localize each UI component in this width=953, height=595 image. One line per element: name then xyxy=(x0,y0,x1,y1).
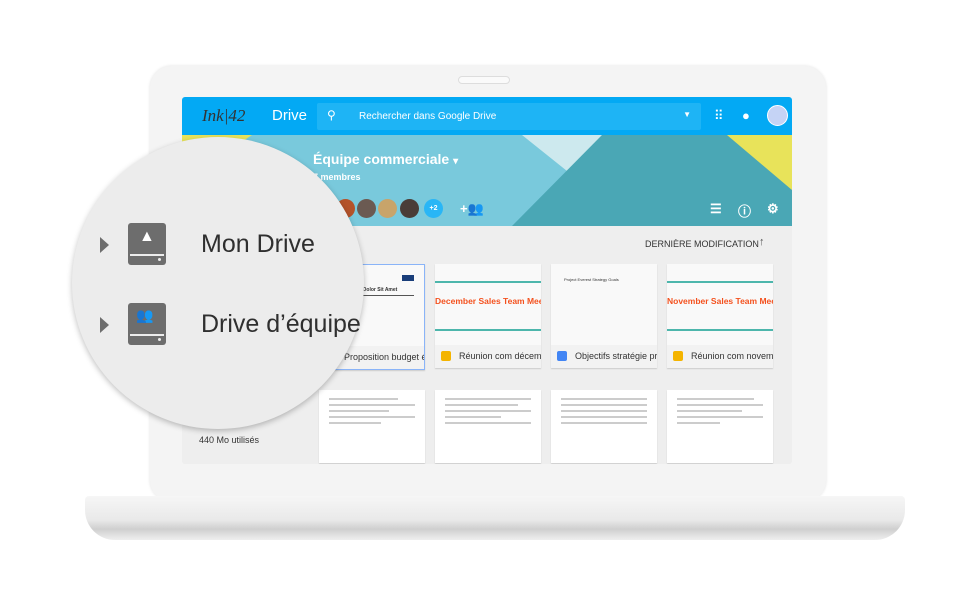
nav-label: Drive d’équipe xyxy=(201,310,361,338)
laptop-camera xyxy=(458,76,510,84)
expand-arrow-icon[interactable] xyxy=(100,317,109,333)
slides-icon xyxy=(673,351,683,361)
file-card[interactable] xyxy=(435,390,541,463)
nav-item-team-drive[interactable]: 👥 Drive d’équipe xyxy=(72,299,364,349)
file-name: Objectifs stratégie pr... xyxy=(551,345,657,368)
file-thumbnail: Project Everest Strategy Goals xyxy=(551,264,657,345)
slides-icon xyxy=(441,351,451,361)
thumb-title: December Sales Team Meeting xyxy=(435,296,541,306)
file-thumbnail: November Sales Team Meeting xyxy=(667,264,773,345)
search-options-icon[interactable]: ▼ xyxy=(683,110,691,119)
search-icon[interactable]: ⚲ xyxy=(327,108,336,122)
apps-icon[interactable]: ⠿ xyxy=(714,108,724,124)
nav-label: Mon Drive xyxy=(201,230,315,258)
add-member-icon[interactable]: +👥 xyxy=(460,201,484,217)
team-dropdown-icon[interactable]: ▾ xyxy=(453,156,458,167)
member-avatar[interactable] xyxy=(357,199,376,218)
file-card[interactable]: November Sales Team Meeting Réunion com … xyxy=(667,264,773,368)
file-thumbnail: December Sales Team Meeting xyxy=(435,264,541,345)
file-name: Réunion com décemb... xyxy=(435,345,541,368)
expand-arrow-icon[interactable] xyxy=(100,237,109,253)
team-name-text: Équipe commerciale xyxy=(313,151,450,167)
notifications-icon[interactable]: ● xyxy=(742,108,750,123)
info-icon[interactable]: ⓘ xyxy=(738,201,751,220)
thumb-title: Project Everest Strategy Goals xyxy=(564,277,619,282)
team-name[interactable]: Équipe commerciale ▾ xyxy=(313,151,458,167)
file-card[interactable] xyxy=(551,390,657,463)
list-view-icon[interactable]: ☰ xyxy=(710,201,722,217)
member-avatar[interactable] xyxy=(400,199,419,218)
file-card[interactable]: Project Everest Strategy Goals Objectifs… xyxy=(551,264,657,368)
top-bar: Ink|42 Drive ⚲ Rechercher dans Google Dr… xyxy=(182,97,792,135)
magnifier-overlay: ▲ Mon Drive 👥 Drive d’équipe xyxy=(72,137,364,429)
nav-item-my-drive[interactable]: ▲ Mon Drive xyxy=(72,219,364,269)
storage-used: 440 Mo utilisés xyxy=(199,435,260,445)
file-card[interactable] xyxy=(667,390,773,463)
sort-by-label[interactable]: DERNIÈRE MODIFICATION xyxy=(645,239,759,249)
member-avatar[interactable] xyxy=(378,199,397,218)
more-members-badge[interactable]: +2 xyxy=(424,199,443,218)
file-card[interactable] xyxy=(319,390,425,463)
search-input[interactable]: ⚲ Rechercher dans Google Drive ▼ xyxy=(317,103,701,130)
laptop-base xyxy=(85,496,905,540)
settings-gear-icon[interactable]: ⚙ xyxy=(767,201,779,217)
sort-direction-icon[interactable]: ↑ xyxy=(759,236,765,248)
search-placeholder: Rechercher dans Google Drive xyxy=(359,111,497,122)
logo: Ink|42 xyxy=(202,106,246,125)
app-title[interactable]: Drive xyxy=(272,107,307,124)
file-name: Réunion com novemb... xyxy=(667,345,773,368)
account-avatar[interactable] xyxy=(767,105,788,126)
thumb-title: November Sales Team Meeting xyxy=(667,296,773,306)
team-drive-icon: 👥 xyxy=(128,303,166,345)
file-card[interactable]: December Sales Team Meeting Réunion com … xyxy=(435,264,541,368)
docs-icon xyxy=(557,351,567,361)
my-drive-icon: ▲ xyxy=(128,223,166,265)
